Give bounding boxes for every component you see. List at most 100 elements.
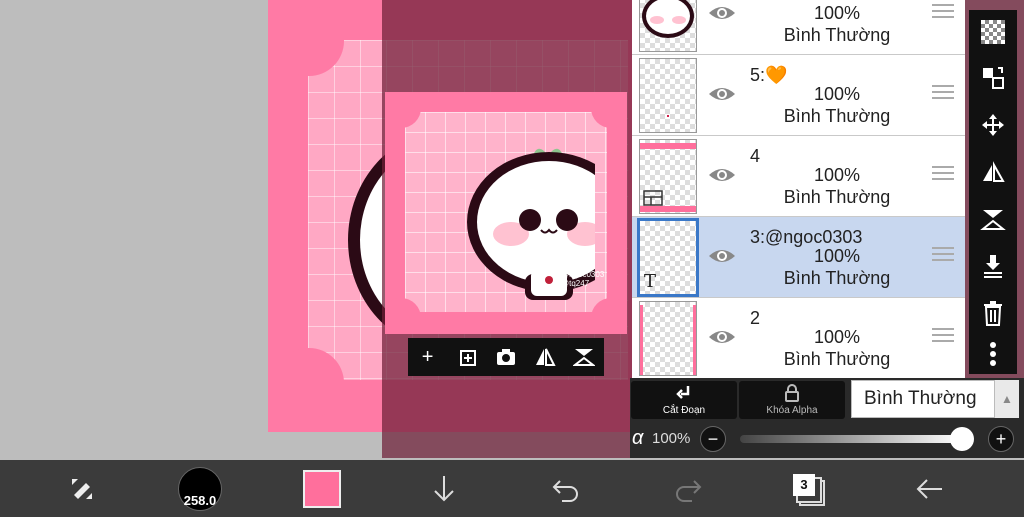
camera-icon — [496, 349, 515, 365]
preview-corner — [591, 298, 627, 334]
alpha-lock-label: Khóa Alpha — [766, 405, 818, 416]
artwork-corner — [274, 348, 344, 418]
flip-horizontal-button[interactable] — [530, 342, 560, 372]
swap-layer-button[interactable] — [969, 58, 1017, 98]
move-button[interactable] — [969, 105, 1017, 145]
layer-opacity: 100% — [813, 165, 861, 185]
merge-down-button[interactable] — [969, 246, 1017, 286]
blend-mode-select[interactable]: Bình Thường — [851, 380, 995, 418]
clip-arrow-icon — [676, 386, 690, 399]
blend-controls: Cắt Đoạn Khóa Alpha Bình Thường ▲ — [630, 378, 1024, 422]
layer-thumbnail-frame — [640, 305, 643, 375]
layer-thumbnail — [639, 0, 697, 52]
checkerboard-icon — [981, 20, 1005, 44]
layer-row-selected[interactable]: T 3:@ngoc0303 100% Bình Thường — [632, 217, 965, 298]
drag-handle-icon[interactable] — [932, 328, 954, 346]
visibility-eye-icon[interactable] — [707, 322, 737, 352]
opacity-decrease-button[interactable]: − — [700, 426, 726, 452]
layer-thumbnail-frame — [640, 143, 696, 149]
layer-opacity: 100% — [813, 3, 861, 23]
layer-blend-mode: Bình Thường — [783, 187, 891, 207]
flip-horizontal-tool-button[interactable] — [969, 152, 1017, 192]
back-button[interactable] — [908, 468, 952, 510]
layer-thumbnail — [639, 301, 697, 376]
alpha-symbol: α — [632, 427, 644, 449]
lock-icon — [785, 384, 799, 402]
layer-thumbnail-frame — [640, 206, 696, 212]
layer-row[interactable]: 2 100% Bình Thường — [632, 298, 965, 379]
preview-watermark: @ngoc0303 @tq247 — [561, 270, 605, 288]
text-layer-icon: T — [644, 271, 657, 292]
layer-opacity: 100% — [813, 327, 861, 347]
visibility-eye-icon[interactable] — [707, 241, 737, 271]
visibility-eye-icon[interactable] — [707, 79, 737, 109]
blend-mode-value: Bình Thường — [864, 388, 977, 409]
drag-handle-icon[interactable] — [932, 247, 954, 265]
clipping-button[interactable]: Cắt Đoạn — [631, 381, 737, 419]
layer-thumbnail — [639, 139, 697, 214]
layer-opacity: 100% — [813, 84, 861, 104]
flip-horizontal-icon — [536, 348, 556, 366]
layer-name: 4 — [750, 146, 761, 166]
brush-size-circle: 258.0 — [178, 467, 222, 511]
layer-row[interactable]: 5:🧡 100% Bình Thường — [632, 55, 965, 136]
transparent-fill-button[interactable] — [969, 12, 1017, 52]
drag-handle-icon[interactable] — [932, 85, 954, 103]
redo-icon — [676, 480, 702, 502]
duplicate-layer-button[interactable] — [452, 342, 482, 372]
drag-handle-icon[interactable] — [932, 166, 954, 184]
canvas-preview: @ngoc0303 @tq247 — [385, 92, 627, 334]
more-options-button[interactable] — [969, 334, 1017, 374]
layer-thumbnail-dot — [667, 115, 669, 117]
layer-count: 3 — [793, 474, 815, 496]
redo-button[interactable] — [666, 468, 710, 510]
undo-button[interactable] — [544, 468, 588, 510]
layer-panel: 100% Bình Thường 5:🧡 100% Bình Thường 4 … — [632, 0, 965, 379]
clipping-label: Cắt Đoạn — [662, 405, 706, 416]
layer-blend-mode: Bình Thường — [783, 106, 891, 126]
flip-horizontal-icon — [983, 161, 1005, 182]
brush-size-value: 258.0 — [183, 493, 217, 508]
import-photo-button[interactable] — [491, 342, 521, 372]
layer-row[interactable]: 4 100% Bình Thường — [632, 136, 965, 217]
pen-eraser-icon — [72, 479, 92, 499]
drag-handle-icon[interactable] — [932, 4, 954, 22]
undo-icon — [552, 480, 578, 502]
opacity-increase-button[interactable]: + — [988, 426, 1014, 452]
download-button[interactable] — [422, 468, 466, 510]
layer-name: 2 — [750, 308, 761, 328]
layer-blend-mode: Bình Thường — [783, 25, 891, 45]
opacity-controls: α 100% − + — [630, 422, 1024, 458]
layer-thumbnail-art — [642, 0, 694, 38]
layer-row[interactable]: 100% Bình Thường — [632, 0, 965, 55]
color-button[interactable] — [300, 468, 344, 510]
layer-name: 5:🧡 — [750, 65, 788, 85]
layer-name: 3:@ngoc0303 — [750, 227, 863, 247]
layer-tools-bar — [969, 10, 1017, 374]
layer-group-icon — [643, 190, 663, 206]
alpha-lock-button[interactable]: Khóa Alpha — [739, 381, 845, 419]
preview-corner — [385, 298, 421, 334]
flip-vertical-icon — [573, 349, 596, 366]
merge-down-icon — [984, 255, 1002, 278]
layers-button[interactable]: 3 — [786, 468, 830, 510]
layer-thumbnail-frame — [693, 305, 696, 375]
tool-switch-button[interactable] — [60, 468, 104, 510]
layers-stack-icon: 3 — [793, 474, 825, 506]
visibility-eye-icon[interactable] — [707, 160, 737, 190]
visibility-eye-icon[interactable] — [707, 0, 737, 28]
preview-corner — [591, 92, 627, 128]
color-swatch — [303, 470, 341, 508]
delete-layer-button[interactable] — [969, 293, 1017, 333]
opacity-slider-thumb[interactable] — [950, 427, 974, 451]
arrow-down-icon — [434, 476, 454, 502]
more-vertical-icon — [990, 342, 996, 366]
swap-icon — [983, 67, 1004, 89]
opacity-slider[interactable] — [740, 435, 962, 443]
add-layer-button[interactable]: + — [413, 342, 443, 372]
arrow-left-icon — [916, 479, 942, 499]
blend-mode-dropdown-icon[interactable]: ▲ — [995, 380, 1019, 418]
brush-size-button[interactable]: 258.0 — [178, 467, 222, 511]
flip-vertical-button[interactable] — [569, 342, 599, 372]
flip-vertical-tool-button[interactable] — [969, 199, 1017, 239]
